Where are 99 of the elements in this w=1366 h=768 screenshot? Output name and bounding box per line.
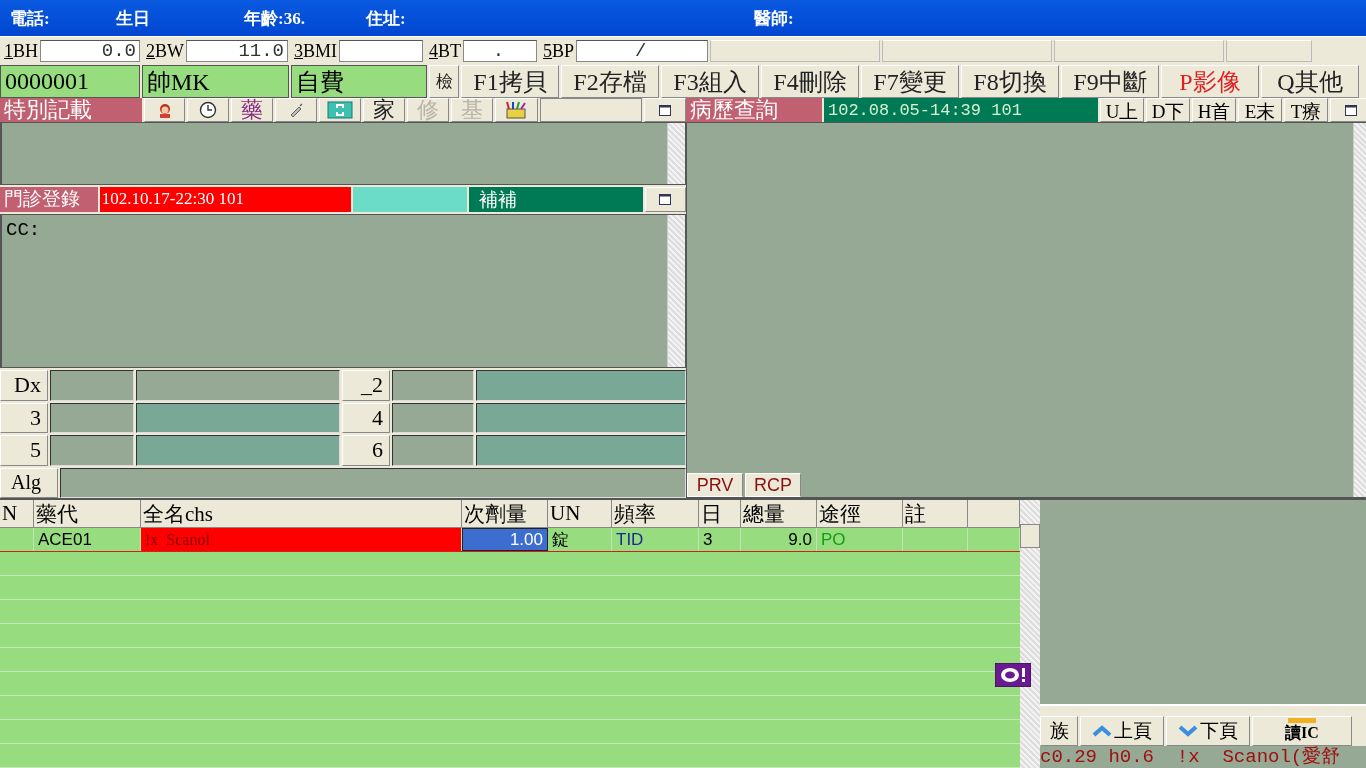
diagnosis-field[interactable]: [136, 370, 340, 401]
diagnosis-button[interactable]: Dx: [0, 370, 48, 401]
table-cell: PO: [817, 528, 903, 551]
vital-field[interactable]: /: [576, 40, 709, 62]
vital-label: 3BMI: [294, 40, 338, 62]
diagnosis-field[interactable]: [136, 435, 340, 466]
nav-button[interactable]: T療: [1284, 98, 1328, 122]
diagnosis-field[interactable]: [476, 402, 686, 434]
table-cell: 9.0: [741, 528, 817, 551]
header-label: 電話:: [10, 7, 51, 30]
function-button[interactable]: F3組入: [661, 65, 759, 98]
vital-field[interactable]: 11.0: [186, 40, 288, 62]
table-cell: 1.00: [462, 528, 548, 551]
code-field[interactable]: [50, 370, 134, 401]
function-button[interactable]: F9中斷: [1061, 65, 1159, 98]
visit-info: 102.10.17-22:30 101: [99, 186, 352, 212]
messenger-icon[interactable]: [995, 663, 1031, 687]
toolbar-button[interactable]: [275, 98, 318, 122]
window-button[interactable]: [644, 98, 686, 122]
note-label: 補補: [468, 186, 643, 212]
record-info: 102.08.05-14:39 101: [824, 98, 1098, 122]
clock-icon: [199, 101, 218, 119]
vital-field[interactable]: .: [463, 40, 538, 62]
table-cell: 3: [699, 528, 741, 551]
section-title: 病歷查詢: [686, 98, 822, 122]
scrollbar[interactable]: [1020, 500, 1040, 768]
patient-name-field[interactable]: 帥MK: [142, 65, 289, 98]
table-cell: TID: [612, 528, 699, 551]
code-field[interactable]: [392, 435, 474, 466]
read-card-button[interactable]: 讀IC: [1252, 716, 1352, 746]
table-cell: 錠: [548, 528, 612, 551]
text-field[interactable]: [540, 98, 643, 122]
tab[interactable]: RCP: [745, 473, 801, 497]
nav-button[interactable]: U上: [1100, 98, 1144, 122]
nav-button[interactable]: E末: [1238, 98, 1282, 122]
scrollbar[interactable]: [667, 214, 685, 367]
window-icon: [659, 193, 672, 205]
chevron-down-icon: [1178, 725, 1198, 737]
header-label: 住址:: [366, 7, 407, 30]
diagnosis-button[interactable]: 5: [0, 435, 48, 466]
complaint-text: CC:: [5, 217, 41, 241]
chevron-up-icon: [1092, 725, 1112, 737]
card-icon: [1288, 718, 1316, 723]
function-button[interactable]: F2存檔: [561, 65, 659, 98]
toolbar-button[interactable]: [143, 98, 186, 122]
syringe-icon: [288, 102, 305, 118]
vital-label: 4BT: [429, 40, 462, 62]
scrollbar[interactable]: [667, 123, 685, 184]
complaint-area[interactable]: CC:: [2, 214, 667, 367]
function-button[interactable]: F8切換: [961, 65, 1059, 98]
page-down-button[interactable]: 下頁: [1166, 716, 1250, 746]
function-button[interactable]: F7變更: [861, 65, 959, 98]
allergy-field[interactable]: [60, 467, 686, 498]
vital-field[interactable]: [339, 40, 424, 62]
header-label: 年齡:36.: [244, 7, 306, 30]
toolbar-button[interactable]: 藥: [231, 98, 274, 122]
vital-label: 1BH: [4, 40, 38, 62]
function-button[interactable]: P影像: [1161, 65, 1259, 98]
vital-label: 2BW: [146, 40, 184, 62]
page-up-button[interactable]: 上頁: [1080, 716, 1164, 746]
function-button[interactable]: F4刪除: [761, 65, 859, 98]
window-button[interactable]: [1330, 98, 1366, 122]
function-button[interactable]: Q其他: [1261, 65, 1359, 98]
code-field[interactable]: [392, 402, 474, 434]
vital-label: 5BP: [543, 40, 575, 62]
code-field[interactable]: [50, 435, 134, 466]
nav-button[interactable]: H首: [1192, 98, 1236, 122]
diagnosis-field[interactable]: [476, 435, 686, 466]
diagnosis-button[interactable]: 3: [0, 402, 48, 434]
diagnosis-field[interactable]: [476, 370, 686, 401]
patient-id-field[interactable]: 0000001: [0, 65, 140, 98]
toolbar-button[interactable]: 家: [362, 98, 405, 122]
vital-field[interactable]: 0.0: [40, 40, 140, 62]
code-field[interactable]: [50, 402, 134, 434]
nav-button[interactable]: D下: [1146, 98, 1190, 122]
payment-field[interactable]: 自費: [291, 65, 427, 98]
diagnosis-button[interactable]: 4: [342, 402, 390, 434]
toolbar-button[interactable]: [494, 98, 539, 122]
diagnosis-field[interactable]: [136, 402, 340, 434]
family-button[interactable]: 族: [1040, 716, 1078, 746]
first-aid-icon: [327, 101, 353, 119]
code-field[interactable]: [392, 370, 474, 401]
function-button[interactable]: F1拷貝: [461, 65, 559, 98]
function-button[interactable]: 檢: [429, 65, 459, 98]
section-title: 門診登錄: [0, 186, 98, 212]
allergy-button[interactable]: Alg: [0, 467, 58, 498]
status-text: c0.29 h0.6 !x Scanol(愛舒: [1040, 746, 1366, 768]
header-label: 醫師:: [754, 7, 794, 30]
window-icon: [1345, 104, 1357, 116]
diagnosis-button[interactable]: _2: [342, 370, 390, 401]
window-button[interactable]: [644, 186, 686, 212]
toolbar-button[interactable]: [187, 98, 230, 122]
diagnosis-button[interactable]: 6: [342, 435, 390, 466]
scrollbar[interactable]: [1353, 123, 1366, 497]
section-title: 特別記載: [0, 98, 142, 122]
tab[interactable]: PRV: [687, 473, 743, 497]
header-label: 生日: [116, 7, 151, 30]
window-icon: [659, 104, 672, 116]
table-cell: !x Scanol: [141, 528, 462, 551]
